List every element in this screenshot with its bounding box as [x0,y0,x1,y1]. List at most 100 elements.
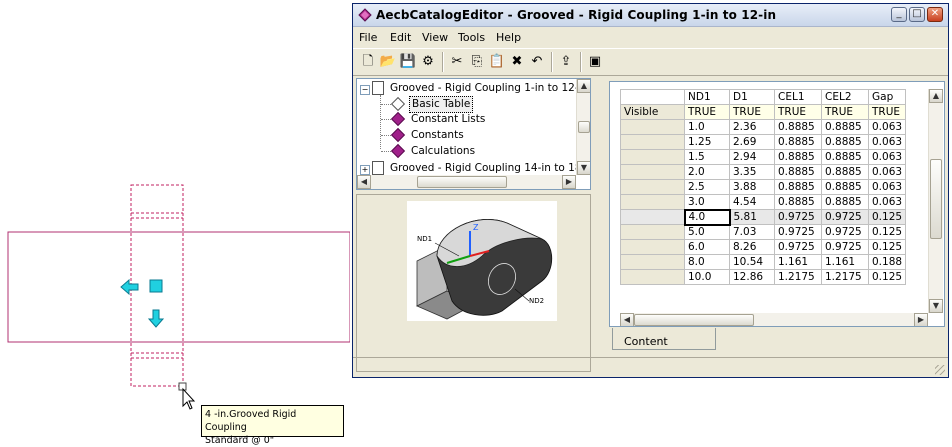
table-cell-current[interactable]: 4.0 [683,208,731,226]
menu-tools[interactable]: Tools [458,31,485,44]
table-cell[interactable]: 1.2175 [774,269,822,285]
table-cell[interactable]: 8.26 [729,239,775,255]
table-cell[interactable]: 2.94 [729,149,775,165]
row-header[interactable] [620,224,685,240]
table-cell[interactable]: TRUE [729,104,775,120]
table-cell[interactable]: TRUE [867,104,907,120]
close-button[interactable]: ✕ [927,7,943,22]
table-cell[interactable]: 0.8885 [821,164,869,180]
tree-item-basic-table[interactable]: Basic Table [381,96,474,113]
cad-drawing-area[interactable]: 4 -in.Grooved Rigid Coupling Standard @ … [0,0,350,446]
table-cell[interactable]: 2.36 [729,119,775,135]
table-cell[interactable]: 6.0 [684,239,730,255]
table-cell[interactable]: 1.161 [774,254,822,270]
table-cell[interactable]: 8.0 [684,254,730,270]
collapse-toggle[interactable]: − [360,85,370,95]
table-cell[interactable]: 2.0 [684,164,730,180]
export-icon[interactable]: ⇪ [557,53,575,71]
grid-vertical-scrollbar[interactable]: ▲ ▼ [928,89,943,313]
scroll-right-icon[interactable]: ▶ [562,175,576,189]
table-cell[interactable]: 7.03 [729,224,775,240]
table-cell[interactable]: 0.9725 [774,209,822,225]
row-header[interactable] [620,194,685,210]
cad-canvas[interactable] [0,0,350,439]
grid-horizontal-scrollbar[interactable]: ◀ ▶ [620,313,928,326]
scroll-up-icon[interactable]: ▲ [577,79,590,93]
tree-horizontal-scrollbar[interactable]: ◀ ▶ [357,175,576,189]
table-cell[interactable]: TRUE [684,104,730,120]
table-cell[interactable]: 1.25 [684,134,730,150]
table-cell[interactable]: 3.88 [729,179,775,195]
table-cell[interactable]: 10.54 [729,254,775,270]
row-header[interactable] [620,179,685,195]
table-cell[interactable]: 10.0 [684,269,730,285]
table-cell[interactable]: 2.5 [684,179,730,195]
column-header[interactable]: Gap [867,89,907,105]
table-cell[interactable]: 0.9725 [774,224,822,240]
table-cell[interactable]: 0.125 [867,269,907,285]
menu-file[interactable]: File [359,31,377,44]
test-icon[interactable]: ▣ [586,53,604,71]
scroll-up-icon[interactable]: ▲ [929,89,943,103]
table-cell[interactable]: 0.063 [867,134,907,150]
table-cell[interactable]: 0.8885 [774,179,822,195]
title-bar[interactable]: AecbCatalogEditor - Grooved - Rigid Coup… [353,4,948,27]
table-cell[interactable]: 0.8885 [821,194,869,210]
scroll-down-icon[interactable]: ▼ [577,161,590,175]
table-cell[interactable]: 1.0 [684,119,730,135]
table-cell[interactable]: 0.125 [867,209,907,225]
scroll-left-icon[interactable]: ◀ [620,313,634,326]
cut-icon[interactable]: ✂ [448,53,466,71]
row-header[interactable]: Visible [620,104,685,120]
table-cell[interactable]: 1.5 [684,149,730,165]
new-icon[interactable]: 🗋 [359,53,377,71]
table-cell[interactable]: 5.0 [684,224,730,240]
menu-view[interactable]: View [422,31,448,44]
table-cell[interactable]: 0.125 [867,224,907,240]
paste-icon[interactable]: 📋 [488,53,506,71]
basic-table-grid[interactable]: ND1 D1 CEL1 CEL2 Gap Visible TRUE TRUE T… [609,81,945,327]
table-cell[interactable]: 0.9725 [774,239,822,255]
scroll-left-icon[interactable]: ◀ [357,175,371,189]
tab-content[interactable]: Content [612,328,716,350]
row-header[interactable] [620,239,685,255]
properties-icon[interactable]: ⚙ [419,53,437,71]
expand-toggle[interactable]: + [360,165,370,175]
table-cell[interactable]: 0.063 [867,149,907,165]
table-cell[interactable]: 0.8885 [821,179,869,195]
catalog-tree[interactable]: − Grooved - Rigid Coupling 1-in to 12-in… [356,78,591,190]
menu-edit[interactable]: Edit [390,31,411,44]
row-header[interactable] [620,119,685,135]
row-header[interactable] [620,254,685,270]
table-cell[interactable]: 0.9725 [821,224,869,240]
minimize-button[interactable]: _ [891,7,907,22]
row-header[interactable] [620,269,685,285]
scroll-down-icon[interactable]: ▼ [929,299,943,313]
scroll-right-icon[interactable]: ▶ [914,313,928,326]
column-header[interactable]: ND1 [684,89,730,105]
table-cell[interactable]: 0.8885 [821,149,869,165]
tree-root-1[interactable]: Grooved - Rigid Coupling 1-in to 12-in [372,81,590,96]
table-cell[interactable]: 12.86 [729,269,775,285]
save-icon[interactable]: 💾 [399,53,417,71]
table-cell[interactable]: 0.8885 [821,119,869,135]
table-cell[interactable]: 0.125 [867,239,907,255]
scroll-thumb[interactable] [930,159,942,239]
table-cell[interactable]: 4.54 [729,194,775,210]
table-cell[interactable]: 3.0 [684,194,730,210]
table-cell[interactable]: 0.8885 [774,149,822,165]
table-cell[interactable]: 0.9725 [821,209,869,225]
undo-icon[interactable]: ↶ [528,53,546,71]
table-cell[interactable]: 0.063 [867,194,907,210]
table-cell[interactable]: 0.063 [867,164,907,180]
table-cell[interactable]: 3.35 [729,164,775,180]
scroll-thumb[interactable] [634,314,754,326]
tree-vertical-scrollbar[interactable]: ▲ ▼ [576,79,590,175]
maximize-button[interactable]: □ [909,7,925,22]
table-cell[interactable]: 0.8885 [774,164,822,180]
row-header[interactable] [620,209,685,225]
resize-grip-icon[interactable] [935,365,945,375]
table-cell[interactable]: TRUE [821,104,869,120]
table-cell[interactable]: 2.69 [729,134,775,150]
table-cell[interactable]: 5.81 [729,209,775,225]
